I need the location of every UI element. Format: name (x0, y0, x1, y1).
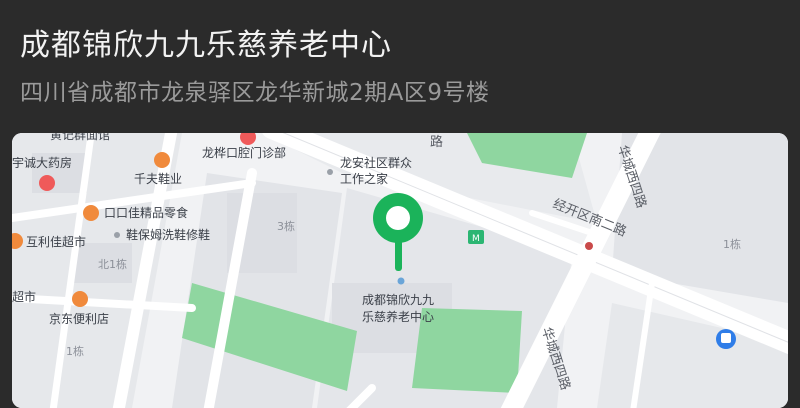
bus-stop-icon[interactable] (716, 329, 736, 349)
svg-text:京东便利店: 京东便利店 (49, 312, 109, 326)
poi-top-partial[interactable]: 黄记群面馆 (50, 133, 110, 142)
traffic-light-icon (585, 242, 593, 250)
building-3: 3栋 (277, 219, 295, 233)
shop-bag-icon (154, 152, 170, 168)
place-name: 成都锦欣九九乐慈养老中心 (20, 28, 392, 63)
svg-text:龙桦口腔门诊部: 龙桦口腔门诊部 (202, 145, 286, 160)
svg-text:鞋保姆洗鞋修鞋: 鞋保姆洗鞋修鞋 (126, 227, 210, 242)
svg-text:黄记群面馆: 黄记群面馆 (50, 133, 110, 142)
svg-text:M: M (472, 234, 480, 244)
building-1-left: 1栋 (66, 344, 84, 358)
toilet-icon[interactable]: M (468, 230, 484, 244)
shoe-repair-dot-icon (114, 232, 120, 238)
svg-text:互利佳超市: 互利佳超市 (26, 234, 86, 249)
poi-shoe-repair[interactable]: 鞋保姆洗鞋修鞋 (114, 227, 210, 242)
svg-text:口口佳精品零食: 口口佳精品零食 (104, 205, 188, 220)
food-store-icon (83, 205, 99, 221)
place-address[interactable]: 四川省成都市龙泉驿区龙华新城2期A区9号楼 (20, 73, 490, 107)
building-north1: 北1栋 (98, 257, 127, 271)
road-label-top: 路 (430, 134, 443, 150)
pharmacy-icon (39, 175, 55, 191)
map-canvas[interactable]: 经开区南二路 华城西四路 华城西四路 路 3栋 北1栋 1栋 1栋 黄记群面馆 … (12, 133, 788, 408)
svg-text:宇诚大药房: 宇诚大药房 (12, 155, 72, 170)
building-1: 1栋 (723, 237, 741, 251)
poi-market[interactable]: 超市 (12, 289, 36, 304)
community-dot-icon (327, 169, 333, 175)
map-view[interactable]: 经开区南二路 华城西四路 华城西四路 路 3栋 北1栋 1栋 1栋 黄记群面馆 … (12, 133, 788, 408)
pin-location-dot (397, 277, 405, 285)
svg-text:乐慈养老中心: 乐慈养老中心 (362, 309, 434, 324)
svg-text:千夫鞋业: 千夫鞋业 (134, 171, 182, 186)
svg-text:龙安社区群众: 龙安社区群众 (340, 155, 412, 170)
store-cart-icon (72, 291, 88, 307)
svg-text:超市: 超市 (12, 289, 36, 304)
svg-text:成都锦欣九九: 成都锦欣九九 (362, 293, 434, 307)
svg-text:工作之家: 工作之家 (340, 171, 388, 186)
